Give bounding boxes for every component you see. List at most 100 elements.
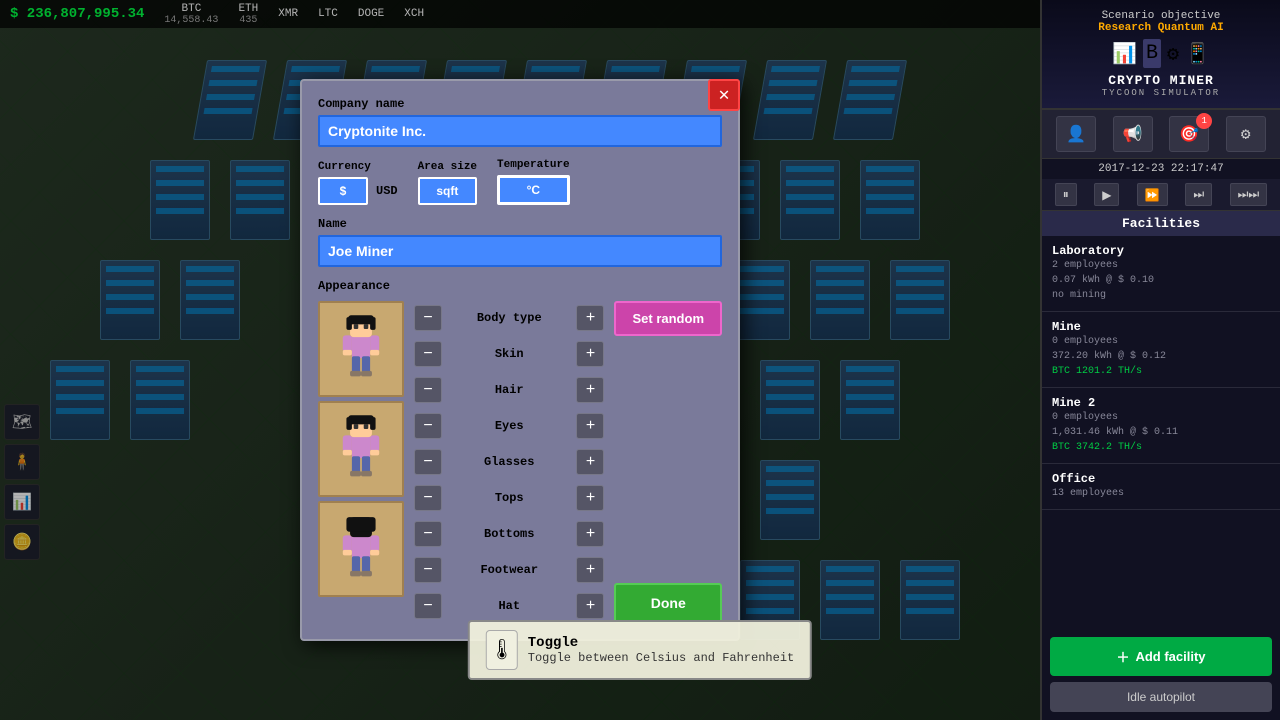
workers-icon-btn[interactable]: 👤 xyxy=(1056,116,1096,152)
skin-minus[interactable]: − xyxy=(414,341,442,367)
set-random-button[interactable]: Set random xyxy=(614,301,722,336)
glasses-plus[interactable]: + xyxy=(576,449,604,475)
scenario-label: Scenario objective xyxy=(1052,10,1270,22)
notification-badge: 1 xyxy=(1196,113,1212,129)
bottoms-label: Bottoms xyxy=(442,527,576,541)
add-facility-label: Add facility xyxy=(1135,649,1205,664)
currency-group: Currency $ USD xyxy=(318,161,398,205)
eyes-row: − Eyes + xyxy=(414,409,604,443)
game-subtitle: TYCOON SIMULATOR xyxy=(1052,88,1270,98)
bottoms-row: − Bottoms + xyxy=(414,517,604,551)
add-facility-icon: ＋ xyxy=(1116,647,1129,666)
done-button[interactable]: Done xyxy=(614,583,722,623)
body-type-minus[interactable]: − xyxy=(414,305,442,331)
footwear-label: Footwear xyxy=(442,563,576,577)
footwear-minus[interactable]: − xyxy=(414,557,442,583)
facility-list: Laboratory 2 employees 0.07 kWh @ $ 0.10… xyxy=(1042,236,1280,629)
appearance-section: − Body type + − Skin + − Hair + xyxy=(318,301,722,623)
temperature-group: Temperature °C xyxy=(497,159,570,205)
hair-row: − Hair + xyxy=(414,373,604,407)
hat-minus[interactable]: − xyxy=(414,593,442,619)
character-sprite-2 xyxy=(331,408,391,490)
dialog-overlay: ✕ Company name Currency $ USD Area size … xyxy=(0,0,1040,720)
facility-office[interactable]: Office 13 employees xyxy=(1042,464,1280,510)
body-type-plus[interactable]: + xyxy=(576,305,604,331)
toggle-text: Toggle Toggle between Celsius and Fahren… xyxy=(528,635,794,665)
name-input[interactable] xyxy=(318,235,722,267)
area-size-label: Area size xyxy=(418,161,477,173)
char-preview-back xyxy=(318,501,404,597)
bottoms-minus[interactable]: − xyxy=(414,521,442,547)
currency-name: USD xyxy=(376,184,398,198)
bottom-buttons: ＋ Add facility Idle autopilot xyxy=(1042,629,1280,720)
hat-plus[interactable]: + xyxy=(576,593,604,619)
right-icon-row: 👤 📢 🎯 1 ⚙ xyxy=(1042,110,1280,159)
toggle-icon: 🌡 xyxy=(486,630,518,670)
toggle-tooltip: 🌡 Toggle Toggle between Celsius and Fahr… xyxy=(468,620,812,680)
company-name-label: Company name xyxy=(318,97,722,111)
appearance-controls-grid: − Body type + − Skin + − Hair + xyxy=(414,301,604,623)
glasses-row: − Glasses + xyxy=(414,445,604,479)
datetime-display: 2017-12-23 22:17:47 xyxy=(1042,159,1280,179)
appearance-label: Appearance xyxy=(318,279,722,293)
settings-dialog: ✕ Company name Currency $ USD Area size … xyxy=(300,79,740,641)
pause-btn[interactable]: ⏸ xyxy=(1055,183,1077,206)
dialog-close-button[interactable]: ✕ xyxy=(708,79,740,111)
skin-row: − Skin + xyxy=(414,337,604,371)
hat-row: − Hat + xyxy=(414,589,604,623)
hair-minus[interactable]: − xyxy=(414,377,442,403)
bottoms-plus[interactable]: + xyxy=(576,521,604,547)
skin-plus[interactable]: + xyxy=(576,341,604,367)
fast-btn[interactable]: ⏩ xyxy=(1137,183,1168,206)
body-type-label: Body type xyxy=(442,311,576,325)
facility-laboratory[interactable]: Laboratory 2 employees 0.07 kWh @ $ 0.10… xyxy=(1042,236,1280,312)
settings-icon-btn[interactable]: ⚙ xyxy=(1226,116,1266,152)
footwear-plus[interactable]: + xyxy=(576,557,604,583)
megaphone-icon-btn[interactable]: 📢 xyxy=(1113,116,1153,152)
hair-plus[interactable]: + xyxy=(576,377,604,403)
speed-controls: ⏸ ▶ ⏩ ⏭ ⏭⏭ xyxy=(1042,179,1280,211)
tops-label: Tops xyxy=(442,491,576,505)
settings-row: Currency $ USD Area size sqft Temperatur… xyxy=(318,159,722,205)
currency-label: Currency xyxy=(318,161,398,173)
area-size-btn[interactable]: sqft xyxy=(418,177,477,205)
eyes-plus[interactable]: + xyxy=(576,413,604,439)
character-sprite-1 xyxy=(331,308,391,390)
facilities-header: Facilities xyxy=(1042,211,1280,236)
currency-symbol-btn[interactable]: $ xyxy=(318,177,368,205)
eyes-minus[interactable]: − xyxy=(414,413,442,439)
right-controls: Set random Done xyxy=(614,301,722,623)
skin-label: Skin xyxy=(442,347,576,361)
name-label: Name xyxy=(318,217,722,231)
temperature-btn[interactable]: °C xyxy=(497,175,570,205)
area-size-group: Area size sqft xyxy=(418,161,477,205)
facility-mine2[interactable]: Mine 2 0 employees 1,031.46 kWh @ $ 0.11… xyxy=(1042,388,1280,464)
hair-label: Hair xyxy=(442,383,576,397)
character-sprite-3 xyxy=(331,508,391,590)
hat-label: Hat xyxy=(442,599,576,613)
close-icon: ✕ xyxy=(719,84,730,106)
tops-row: − Tops + xyxy=(414,481,604,515)
char-preview-full xyxy=(318,301,404,397)
glasses-minus[interactable]: − xyxy=(414,449,442,475)
eyes-label: Eyes xyxy=(442,419,576,433)
tops-plus[interactable]: + xyxy=(576,485,604,511)
fastest-btn[interactable]: ⏭⏭ xyxy=(1230,183,1268,206)
facility-mine[interactable]: Mine 0 employees 372.20 kWh @ $ 0.12 BTC… xyxy=(1042,312,1280,388)
game-logo: Scenario objective Research Quantum AI 📊… xyxy=(1042,0,1280,110)
idle-autopilot-button[interactable]: Idle autopilot xyxy=(1050,682,1272,712)
toggle-description: Toggle between Celsius and Fahrenheit xyxy=(528,651,794,665)
footwear-row: − Footwear + xyxy=(414,553,604,587)
glasses-label: Glasses xyxy=(442,455,576,469)
faster-btn[interactable]: ⏭ xyxy=(1185,183,1212,206)
add-facility-button[interactable]: ＋ Add facility xyxy=(1050,637,1272,676)
target-icon-btn[interactable]: 🎯 1 xyxy=(1169,116,1209,152)
company-name-input[interactable] xyxy=(318,115,722,147)
character-previews xyxy=(318,301,404,623)
toggle-title: Toggle xyxy=(528,635,794,651)
game-title: CRYPTO MINER xyxy=(1052,73,1270,88)
tops-minus[interactable]: − xyxy=(414,485,442,511)
body-type-row: − Body type + xyxy=(414,301,604,335)
play-btn[interactable]: ▶ xyxy=(1094,183,1119,206)
temperature-label: Temperature xyxy=(497,159,570,171)
